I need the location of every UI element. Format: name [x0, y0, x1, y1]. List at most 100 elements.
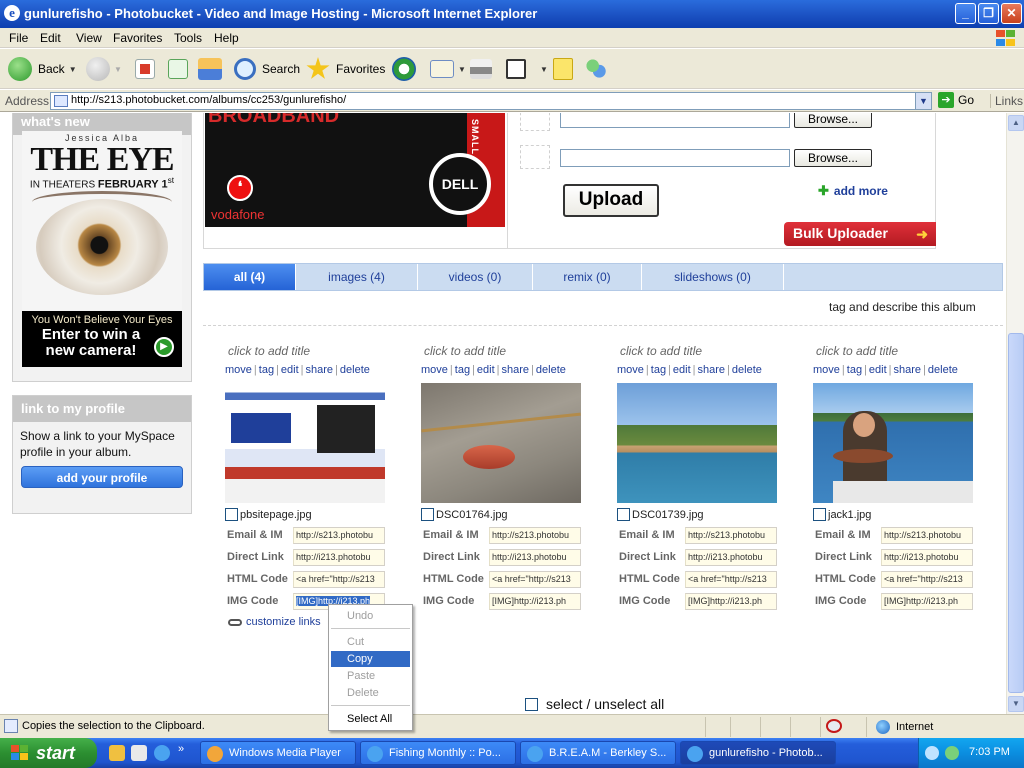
- email-im-field[interactable]: http://s213.photobu: [489, 527, 581, 544]
- menu-edit[interactable]: Edit: [40, 31, 61, 45]
- popup-blocked-icon[interactable]: [826, 719, 842, 733]
- photo-title[interactable]: click to add title: [228, 344, 310, 358]
- email-im-field[interactable]: http://s213.photobu: [293, 527, 385, 544]
- move-link[interactable]: move: [813, 364, 840, 376]
- scroll-up-icon[interactable]: ▲: [1008, 115, 1024, 131]
- taskbar-item-media-player[interactable]: Windows Media Player: [200, 741, 356, 765]
- tray-back-icon[interactable]: [925, 746, 939, 760]
- html-code-field[interactable]: <a href="http://s213: [489, 571, 581, 588]
- vertical-scrollbar[interactable]: ▲ ▼: [1006, 113, 1024, 714]
- direct-link-field[interactable]: http://i213.photobu: [489, 549, 581, 566]
- quicklaunch-expand-icon[interactable]: »: [178, 743, 194, 759]
- move-link[interactable]: move: [617, 364, 644, 376]
- links-button[interactable]: Links: [990, 94, 1023, 108]
- the-eye-ad[interactable]: Jessica Alba THE EYE IN THEATERS FEBRUAR…: [22, 131, 182, 367]
- tab-remix[interactable]: remix (0): [533, 264, 642, 290]
- photo-thumbnail[interactable]: [421, 383, 581, 503]
- share-link[interactable]: share: [894, 364, 922, 376]
- share-link[interactable]: share: [698, 364, 726, 376]
- menu-view[interactable]: View: [76, 31, 102, 45]
- direct-link-field[interactable]: http://i213.photobu: [881, 549, 973, 566]
- mail-button[interactable]: ▼: [430, 55, 466, 83]
- history-button[interactable]: [392, 55, 416, 83]
- share-link[interactable]: share: [306, 364, 334, 376]
- photo-title[interactable]: click to add title: [816, 344, 898, 358]
- quicklaunch-icon[interactable]: [109, 745, 125, 761]
- tag-link[interactable]: tag: [455, 364, 470, 376]
- menu-tools[interactable]: Tools: [174, 31, 202, 45]
- upload-button[interactable]: Upload: [563, 184, 659, 217]
- img-code-field[interactable]: [IMG]http://i213.ph: [881, 593, 973, 610]
- back-button[interactable]: Back ▼: [8, 55, 77, 83]
- photo-title[interactable]: click to add title: [424, 344, 506, 358]
- back-dropdown-icon[interactable]: ▼: [69, 65, 77, 74]
- start-button[interactable]: start: [0, 738, 97, 768]
- img-code-field[interactable]: [IMG]http://i213.ph: [489, 593, 581, 610]
- photo-thumbnail[interactable]: [617, 383, 777, 503]
- ad-cta[interactable]: Enter to win a new camera!: [26, 327, 156, 359]
- delete-link[interactable]: delete: [732, 364, 762, 376]
- ctx-paste[interactable]: Paste: [331, 668, 410, 684]
- edit-link[interactable]: edit: [281, 364, 299, 376]
- photo-thumbnail[interactable]: [225, 383, 385, 503]
- tag-link[interactable]: tag: [847, 364, 862, 376]
- browse-button-2[interactable]: Browse...: [794, 149, 872, 167]
- ie-quicklaunch-icon[interactable]: [154, 745, 170, 761]
- ctx-copy[interactable]: Copy: [331, 651, 410, 667]
- edit-page-button[interactable]: ▼: [506, 55, 548, 83]
- tag-link[interactable]: tag: [651, 364, 666, 376]
- bulk-uploader-button[interactable]: Bulk Uploader ➜: [784, 222, 936, 246]
- menu-favorites[interactable]: Favorites: [113, 31, 162, 45]
- move-link[interactable]: move: [421, 364, 448, 376]
- taskbar-item-fishing-monthly[interactable]: Fishing Monthly :: Po...: [360, 741, 516, 765]
- menu-help[interactable]: Help: [214, 31, 239, 45]
- html-code-field[interactable]: <a href="http://s213: [685, 571, 777, 588]
- html-code-field[interactable]: <a href="http://s213: [293, 571, 385, 588]
- tab-images[interactable]: images (4): [296, 264, 418, 290]
- scroll-down-icon[interactable]: ▼: [1008, 696, 1024, 712]
- photo-title[interactable]: click to add title: [620, 344, 702, 358]
- email-im-field[interactable]: http://s213.photobu: [881, 527, 973, 544]
- edit-link[interactable]: edit: [869, 364, 887, 376]
- customize-links[interactable]: customize links: [228, 616, 321, 628]
- photo-select-checkbox[interactable]: [813, 508, 826, 521]
- favorites-button[interactable]: Favorites: [306, 55, 385, 83]
- edit-link[interactable]: edit: [477, 364, 495, 376]
- tab-slideshows[interactable]: slideshows (0): [642, 264, 784, 290]
- ctx-undo[interactable]: Undo: [331, 608, 410, 624]
- tag-describe-link[interactable]: tag and describe this album: [829, 300, 976, 314]
- address-field[interactable]: http://s213.photobucket.com/albums/cc253…: [50, 92, 932, 110]
- taskbar-item-bream[interactable]: B.R.E.A.M - Berkley S...: [520, 741, 676, 765]
- photo-select-checkbox[interactable]: [225, 508, 238, 521]
- email-im-field[interactable]: http://s213.photobu: [685, 527, 777, 544]
- mail-dropdown-icon[interactable]: ▼: [458, 65, 466, 74]
- ctx-select-all[interactable]: Select All: [331, 711, 410, 727]
- discuss-button[interactable]: [553, 55, 573, 83]
- file-input-2[interactable]: [560, 149, 790, 167]
- direct-link-field[interactable]: http://i213.photobu: [293, 549, 385, 566]
- address-dropdown-icon[interactable]: ▼: [915, 93, 931, 109]
- edit-dropdown-icon[interactable]: ▼: [540, 65, 548, 74]
- forward-button[interactable]: ▼: [86, 55, 122, 83]
- photo-select-checkbox[interactable]: [617, 508, 630, 521]
- select-unselect-all[interactable]: select / unselect all: [525, 696, 664, 712]
- photo-select-checkbox[interactable]: [421, 508, 434, 521]
- share-link[interactable]: share: [502, 364, 530, 376]
- print-button[interactable]: [470, 55, 492, 83]
- file-input-1[interactable]: [560, 113, 790, 128]
- close-button[interactable]: ✕: [1001, 3, 1022, 24]
- browse-button-1[interactable]: Browse...: [794, 113, 872, 128]
- minimize-button[interactable]: _: [955, 3, 976, 24]
- img-code-field[interactable]: [IMG]http://i213.ph: [685, 593, 777, 610]
- tag-link[interactable]: tag: [259, 364, 274, 376]
- direct-link-field[interactable]: http://i213.photobu: [685, 549, 777, 566]
- home-button[interactable]: [198, 55, 222, 83]
- taskbar-item-photobucket[interactable]: gunlurefisho - Photob...: [680, 741, 836, 765]
- messenger-button[interactable]: [585, 55, 607, 83]
- menu-file[interactable]: File: [9, 31, 28, 45]
- stop-button[interactable]: [135, 55, 155, 83]
- add-profile-button[interactable]: add your profile: [21, 466, 183, 488]
- add-more-link[interactable]: ✚ add more: [818, 183, 888, 199]
- forward-dropdown-icon[interactable]: ▼: [114, 65, 122, 74]
- tab-videos[interactable]: videos (0): [418, 264, 533, 290]
